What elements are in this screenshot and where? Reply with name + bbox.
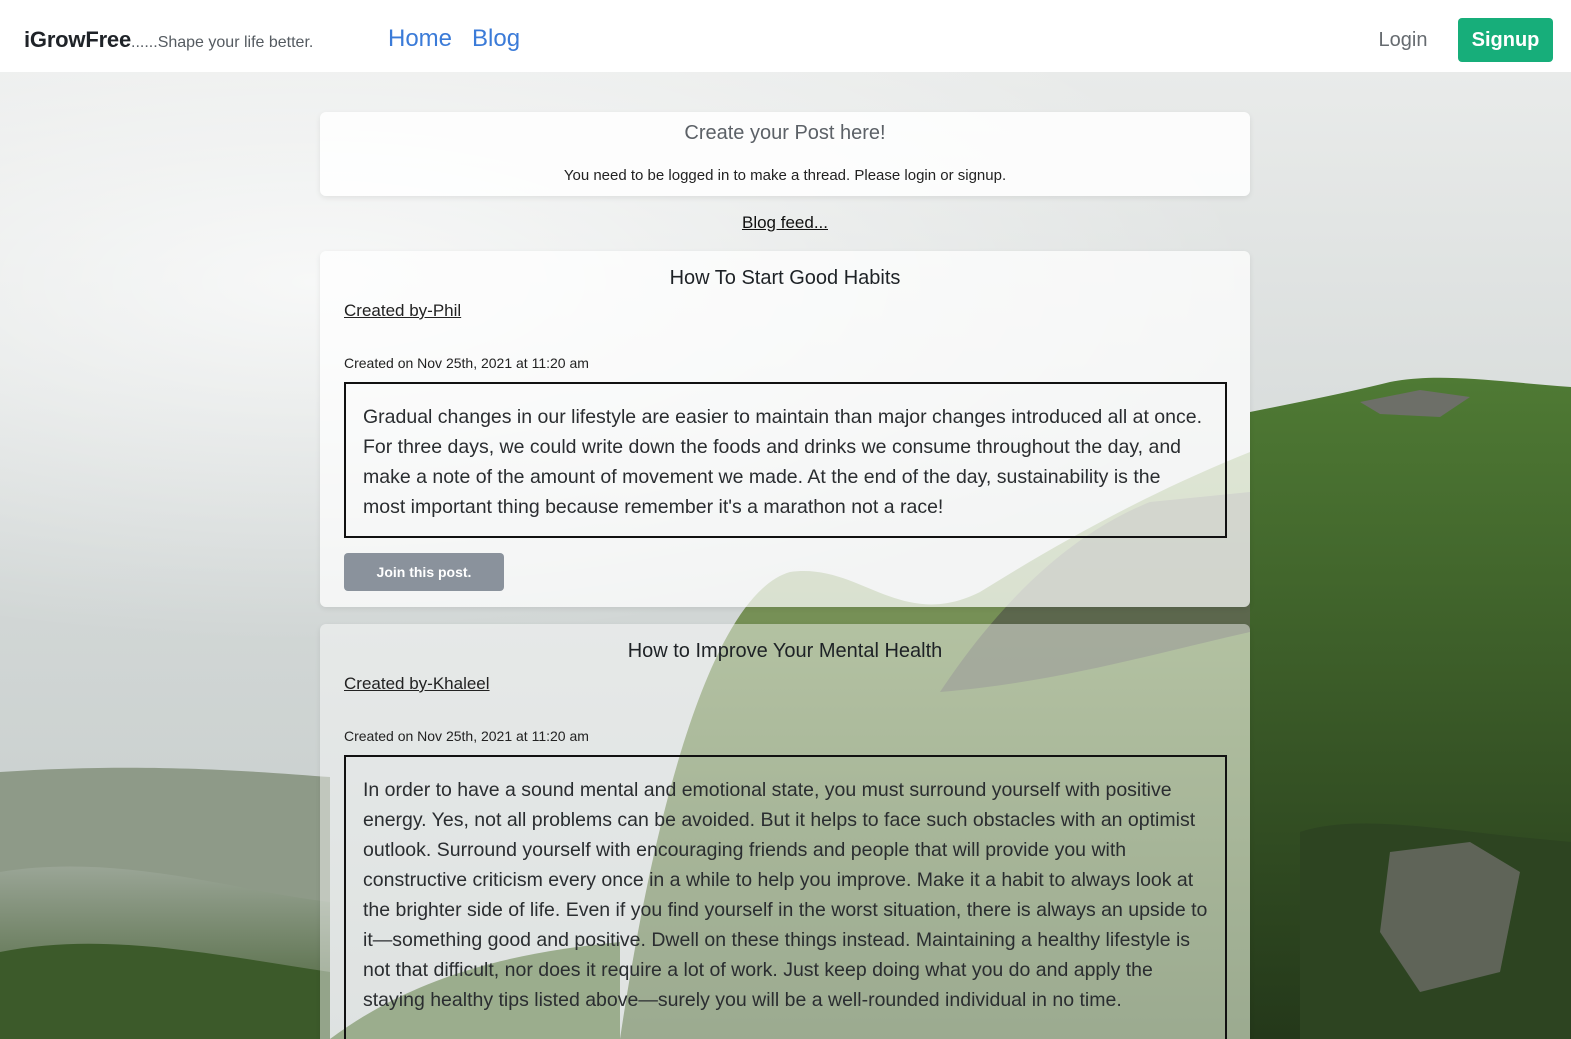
blog-feed-heading[interactable]: Blog feed... xyxy=(320,213,1250,233)
brand-name: iGrowFree xyxy=(24,27,132,52)
nav-link-home[interactable]: Home xyxy=(388,25,452,53)
brand-tagline: ......Shape your life better. xyxy=(131,34,314,51)
post-card: How To Start Good Habits Created by-Phil… xyxy=(320,251,1250,607)
post-author-link[interactable]: Created by-Khaleel xyxy=(344,674,490,694)
create-post-title: Create your Post here! xyxy=(684,122,886,144)
post-body: Gradual changes in our lifestyle are eas… xyxy=(344,382,1227,538)
post-date: Created on Nov 25th, 2021 at 11:20 am xyxy=(344,728,589,744)
post-title: How To Start Good Habits xyxy=(669,267,901,289)
nav-links: Home Blog xyxy=(388,25,520,53)
login-button[interactable]: Login xyxy=(1362,20,1444,60)
post-title: How to Improve Your Mental Health xyxy=(627,640,943,662)
create-post-card: Create your Post here! You need to be lo… xyxy=(320,112,1250,196)
join-post-button[interactable]: Join this post. xyxy=(344,553,504,591)
post-card: How to Improve Your Mental Health Create… xyxy=(320,624,1250,1039)
top-navbar: iGrowFree......Shape your life better. H… xyxy=(0,0,1571,72)
post-author-link[interactable]: Created by-Phil xyxy=(344,301,461,321)
login-required-notice: You need to be logged in to make a threa… xyxy=(563,167,1007,184)
nav-link-blog[interactable]: Blog xyxy=(472,25,520,53)
post-body: In order to have a sound mental and emot… xyxy=(344,755,1227,1039)
brand-logo[interactable]: iGrowFree......Shape your life better. xyxy=(24,27,313,53)
signup-button[interactable]: Signup xyxy=(1458,18,1553,62)
post-date: Created on Nov 25th, 2021 at 11:20 am xyxy=(344,355,589,371)
